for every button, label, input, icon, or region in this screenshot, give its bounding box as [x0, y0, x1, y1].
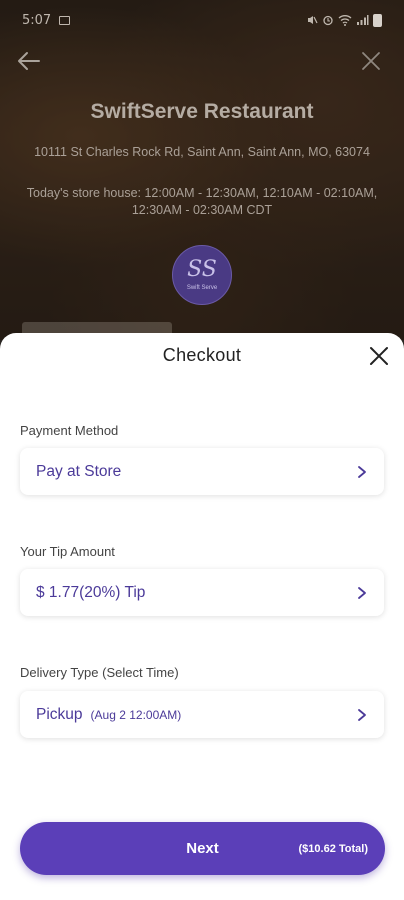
checkout-sheet: Checkout Payment Method Pay at Store You…	[0, 333, 404, 900]
delivery-type-selector[interactable]: Pickup (Aug 2 12:00AM)	[20, 691, 384, 738]
signal-icon	[357, 15, 369, 25]
chevron-right-icon	[358, 586, 366, 599]
status-icons	[306, 13, 382, 27]
tip-amount-label: Your Tip Amount	[20, 544, 115, 559]
store-name: SwiftServe Restaurant	[90, 100, 314, 123]
chevron-right-icon	[358, 708, 366, 721]
close-store-icon[interactable]	[360, 50, 382, 72]
order-total: ($10.62 Total)	[298, 842, 369, 855]
status-bar: 5:07	[0, 0, 404, 40]
delivery-type-label: Delivery Type (Select Time)	[20, 665, 179, 680]
payment-method-value: Pay at Store	[36, 462, 122, 480]
store-logo: SS Swift Serve	[172, 245, 232, 305]
delivery-time-value: (Aug 2 12:00AM)	[90, 707, 182, 722]
tip-amount-selector[interactable]: $ 1.77(20%) Tip	[20, 569, 384, 616]
battery-icon	[373, 13, 382, 27]
back-arrow-icon[interactable]	[16, 48, 42, 74]
delivery-type-value: Pickup	[36, 705, 83, 723]
payment-method-label: Payment Method	[20, 423, 119, 438]
mute-icon	[308, 16, 318, 24]
logo-caption: Swift Serve	[186, 285, 218, 291]
store-address: 10111 St Charles Rock Rd, Saint Ann, Sai…	[34, 145, 370, 159]
alarm-icon	[323, 15, 333, 26]
image-notification-icon	[59, 15, 71, 25]
sheet-title: Checkout	[162, 345, 242, 365]
tip-amount-value: $ 1.77(20%) Tip	[36, 583, 146, 601]
wifi-icon	[338, 15, 352, 26]
store-hours: Today's store house: 12:00AM - 12:30AM, …	[26, 186, 378, 217]
chevron-right-icon	[358, 465, 366, 478]
payment-method-selector[interactable]: Pay at Store	[20, 448, 384, 495]
close-icon[interactable]	[368, 345, 390, 367]
status-time: 5:07	[22, 12, 52, 28]
next-button[interactable]: Next ($10.62 Total)	[20, 822, 385, 875]
logo-monogram: SS	[187, 257, 217, 282]
